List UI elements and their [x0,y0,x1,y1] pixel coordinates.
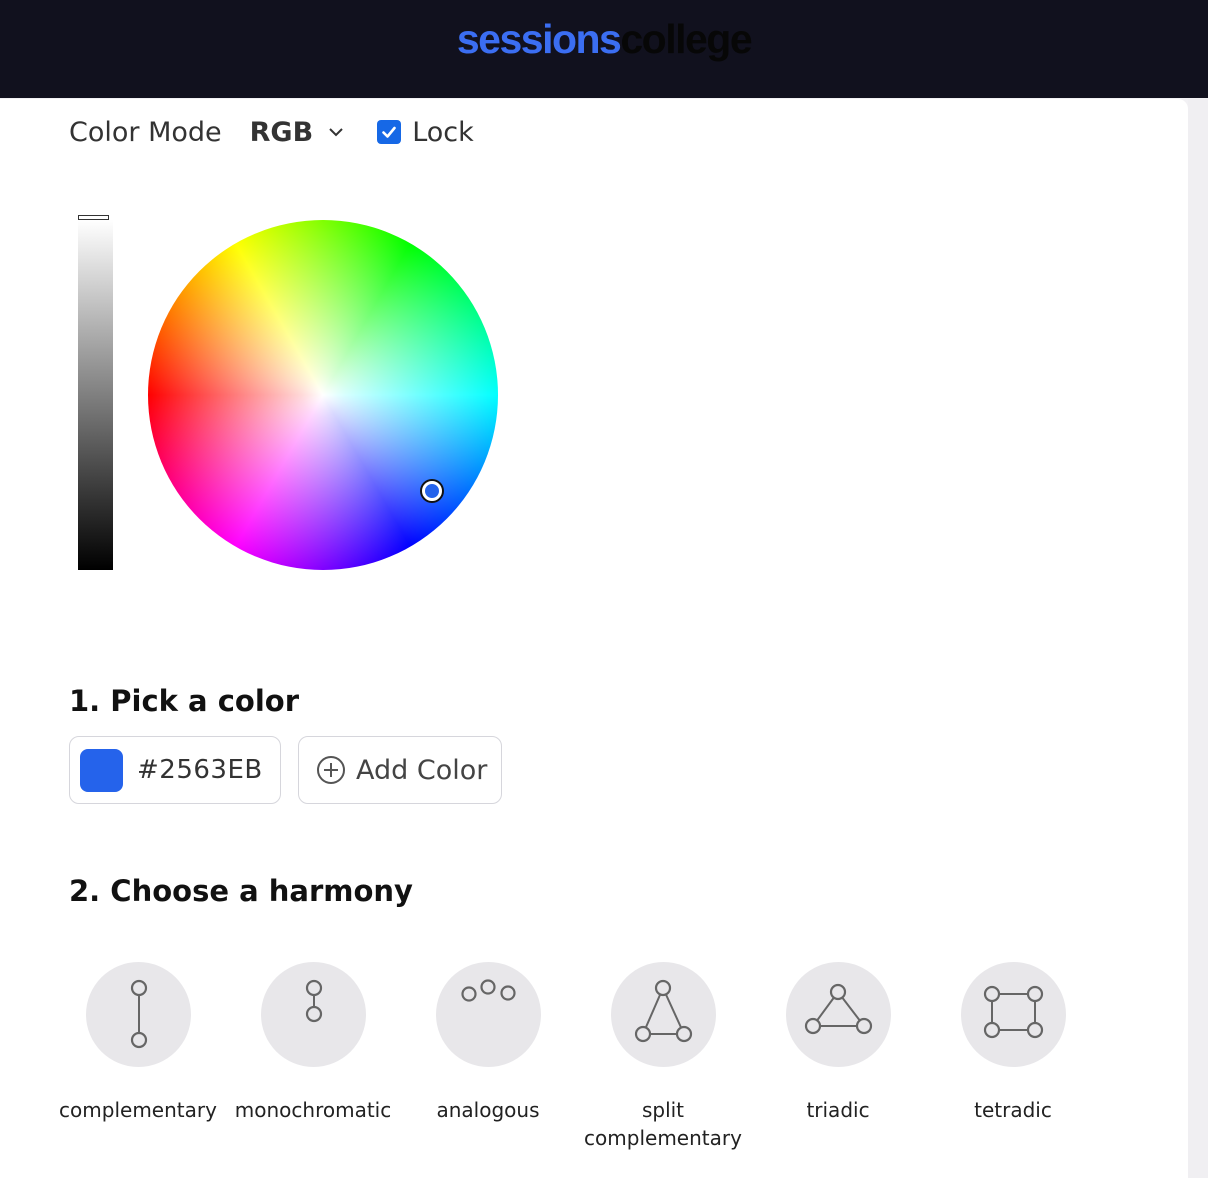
harmony-triadic[interactable]: triadic [758,962,918,1124]
color-swatch [80,748,123,792]
logo[interactable]: sessionscollege [0,14,1208,64]
harmony-label: tetradic [974,1098,1052,1122]
plus-circle-icon [317,756,345,784]
color-hex-value[interactable]: #2563EB [137,755,263,785]
pick-color-heading: 1. Pick a color [69,684,300,718]
harmony-label: split complementary [584,1098,742,1150]
lightness-slider-handle[interactable] [78,215,109,220]
add-color-label: Add Color [356,754,488,786]
checkmark-icon [382,126,396,138]
color-mode-row: Color Mode RGB Lock [69,113,474,151]
harmony-label: complementary [59,1098,217,1122]
choose-harmony-heading: 2. Choose a harmony [69,874,413,908]
complementary-icon [85,962,191,1067]
split-complementary-icon [610,962,716,1067]
lock-checkbox[interactable] [377,120,402,144]
header-bar: sessionscollege [0,0,1208,98]
tetradic-icon [960,962,1066,1067]
harmony-split-complementary[interactable]: split complementary [583,962,743,1152]
lock-label[interactable]: Lock [412,117,474,148]
color-mode-label: Color Mode [69,116,222,148]
selected-color-chip[interactable]: #2563EB [69,736,281,804]
harmony-tetradic[interactable]: tetradic [933,962,1093,1124]
harmony-label: analogous [436,1098,540,1122]
logo-word-college: college [620,16,752,62]
add-color-button[interactable]: Add Color [298,736,502,804]
monochromatic-icon [260,962,366,1067]
harmony-label: triadic [806,1098,870,1122]
harmony-analogous[interactable]: analogous [408,962,568,1124]
scrollbar-track[interactable] [1188,99,1208,1178]
color-wheel-handle[interactable] [422,481,442,501]
analogous-icon [435,962,541,1067]
color-mode-select[interactable]: RGB [250,117,314,148]
color-wheel[interactable] [148,220,498,570]
logo-word-sessions: sessions [456,16,622,62]
lightness-slider[interactable] [78,220,113,570]
chevron-down-icon[interactable] [327,123,345,141]
harmony-label: monochromatic [234,1098,392,1122]
harmony-monochromatic[interactable]: monochromatic [233,962,393,1124]
triadic-icon [785,962,891,1067]
harmony-complementary[interactable]: complementary [58,962,218,1124]
